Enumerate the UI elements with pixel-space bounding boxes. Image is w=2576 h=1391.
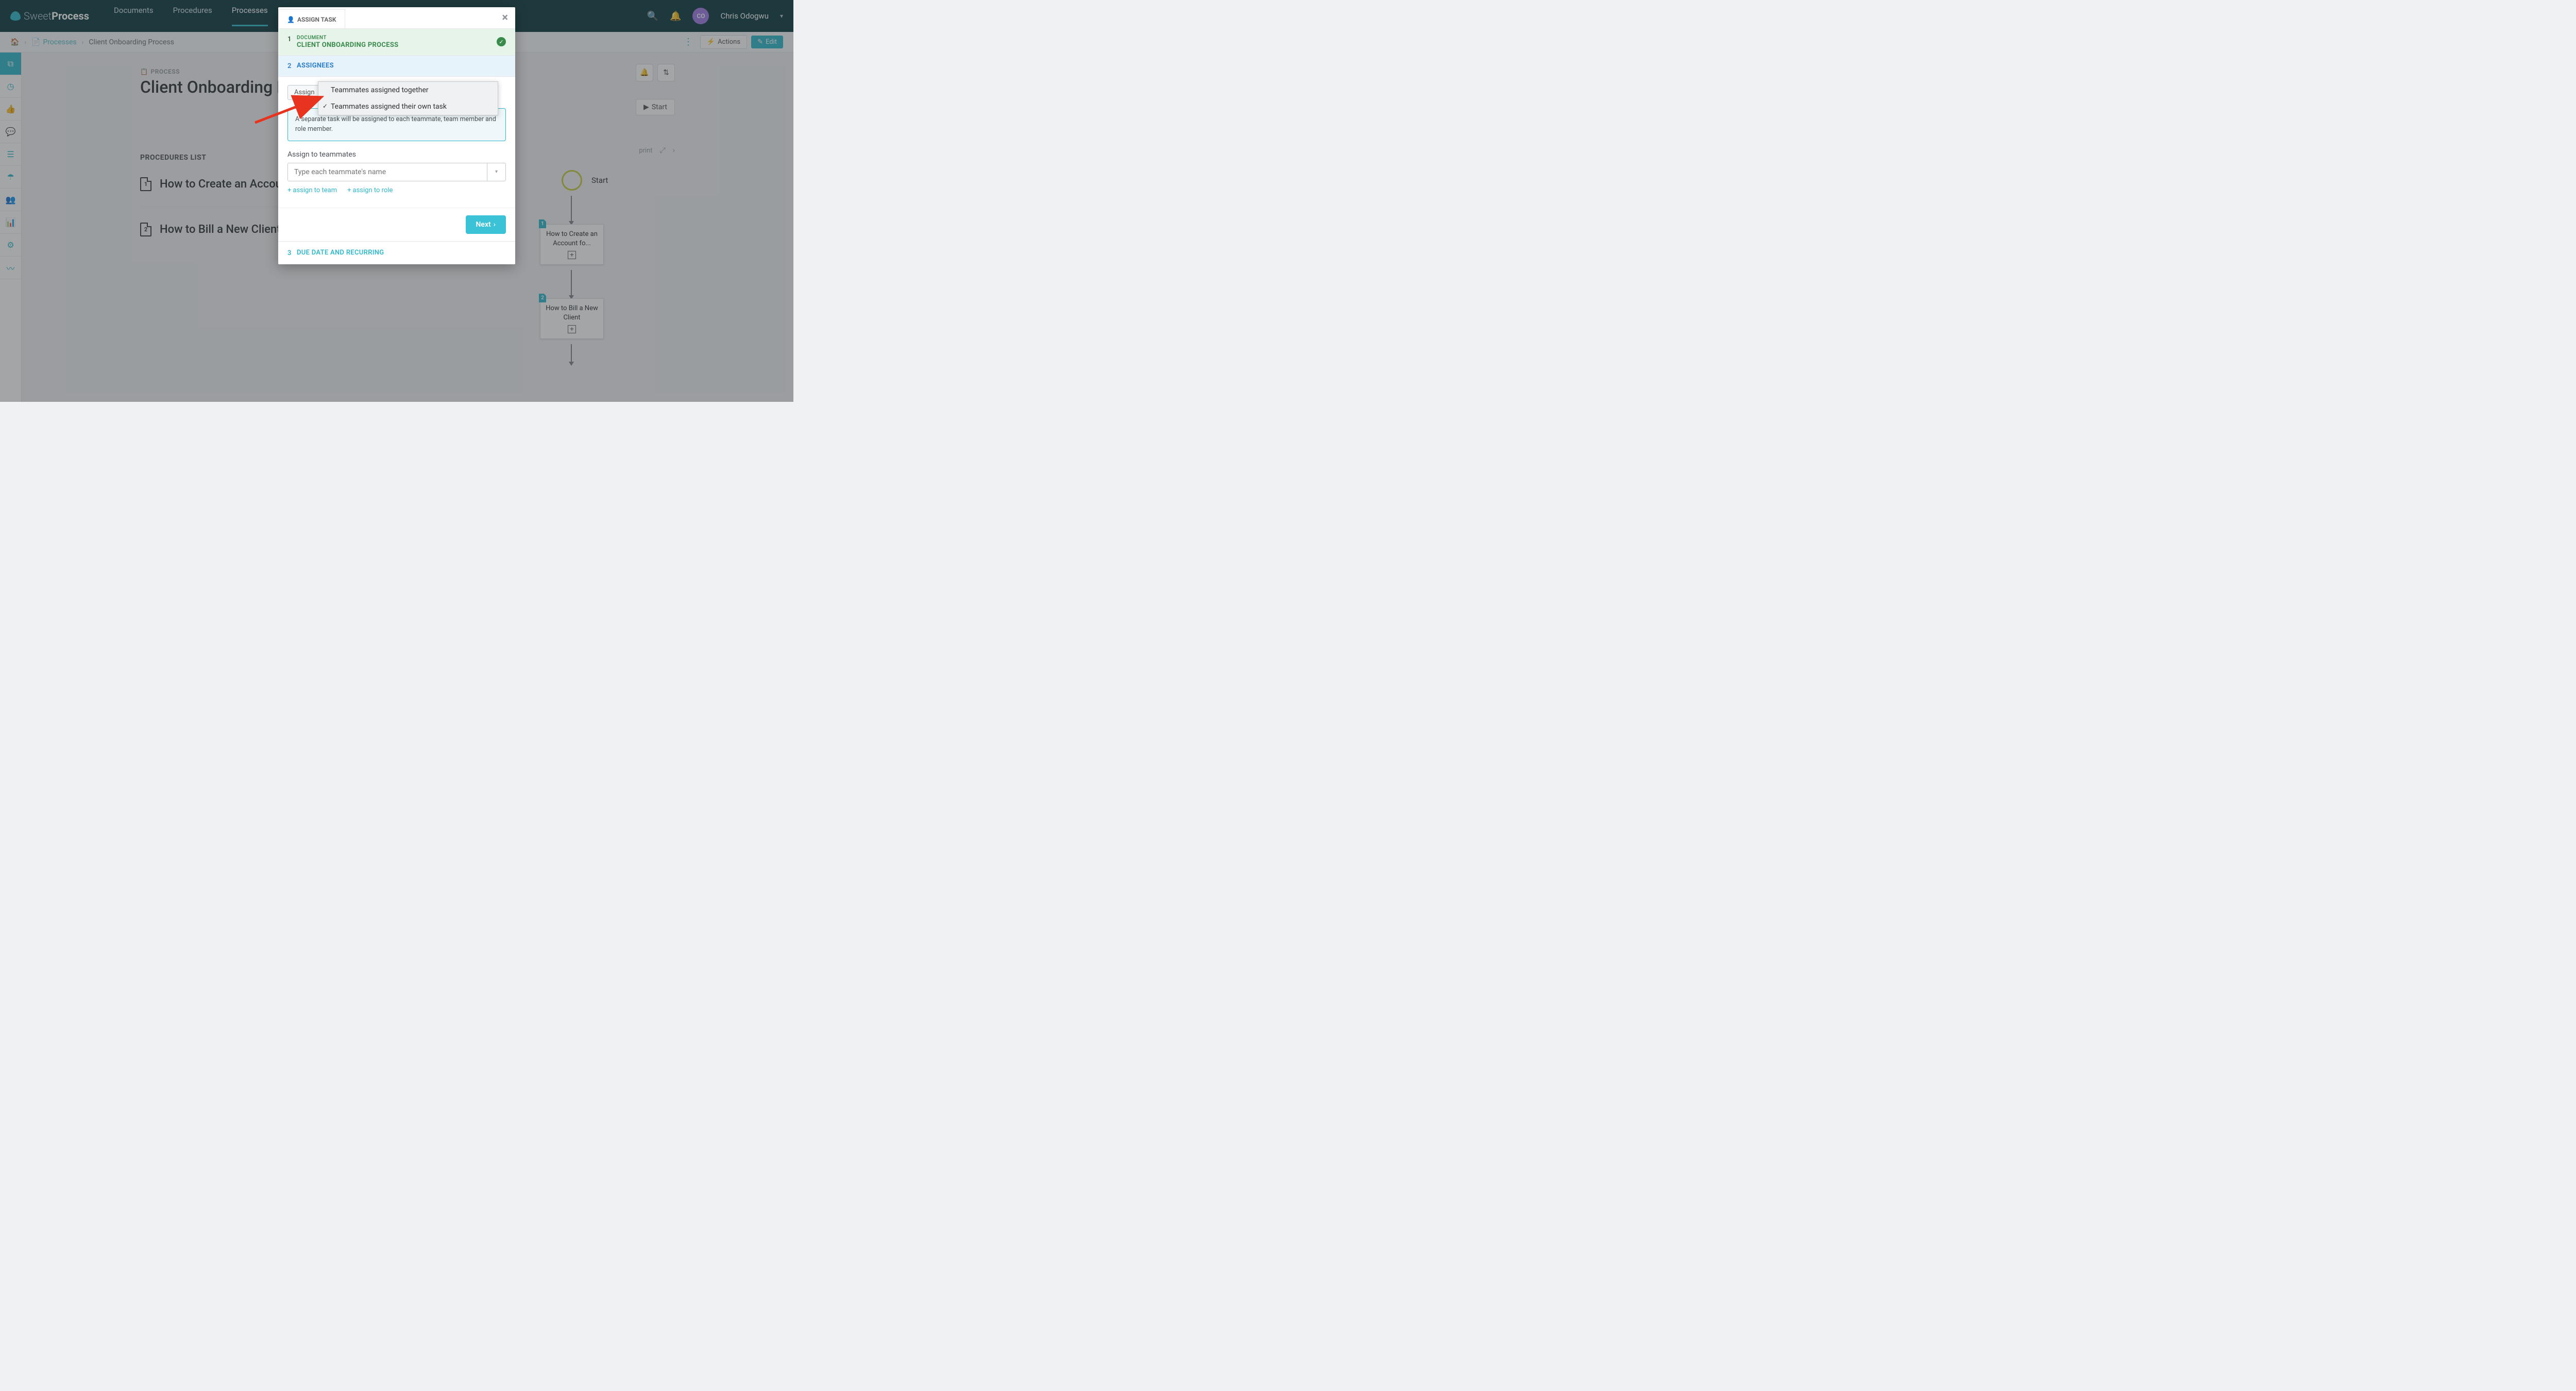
step-document[interactable]: 1 DOCUMENT CLIENT ONBOARDING PROCESS ✓	[278, 29, 515, 56]
chevron-down-icon[interactable]: ▾	[487, 163, 505, 181]
teammates-label: Assign to teammates	[287, 150, 506, 159]
check-icon: ✓	[497, 37, 506, 46]
assign-task-modal: 👤 ASSIGN TASK × 1 DOCUMENT CLIENT ONBOAR…	[278, 7, 515, 264]
dropdown-option[interactable]: Teammates assigned together	[318, 82, 498, 98]
dropdown-option[interactable]: Teammates assigned their own task	[318, 98, 498, 115]
step-value: CLIENT ONBOARDING PROCESS	[297, 41, 497, 49]
next-label: Next	[476, 220, 491, 229]
step-label: DUE DATE AND RECURRING	[297, 249, 384, 257]
assign-role-link[interactable]: + assign to role	[347, 186, 393, 194]
step-label: DOCUMENT	[297, 35, 497, 41]
assign-mode-dropdown: Teammates assigned together Teammates as…	[318, 81, 498, 115]
next-button[interactable]: Next ›	[466, 215, 506, 234]
assign-team-label: assign to team	[293, 186, 337, 194]
step-label: ASSIGNEES	[297, 62, 334, 70]
assign-team-link[interactable]: + assign to team	[287, 186, 337, 194]
modal-tab: 👤 ASSIGN TASK	[278, 9, 345, 28]
step-assignees: 2 ASSIGNEES	[278, 56, 515, 77]
assign-mode-select[interactable]: Assign	[287, 85, 321, 100]
step-num: 1	[287, 36, 297, 43]
step-due-date[interactable]: 3 DUE DATE AND RECURRING	[278, 241, 515, 264]
close-icon[interactable]: ×	[502, 11, 508, 24]
modal-tab-title: ASSIGN TASK	[297, 16, 336, 23]
assign-role-label: assign to role	[353, 186, 393, 194]
teammates-input[interactable]	[288, 163, 487, 181]
step-num: 3	[287, 249, 297, 257]
step-num: 2	[287, 62, 297, 70]
